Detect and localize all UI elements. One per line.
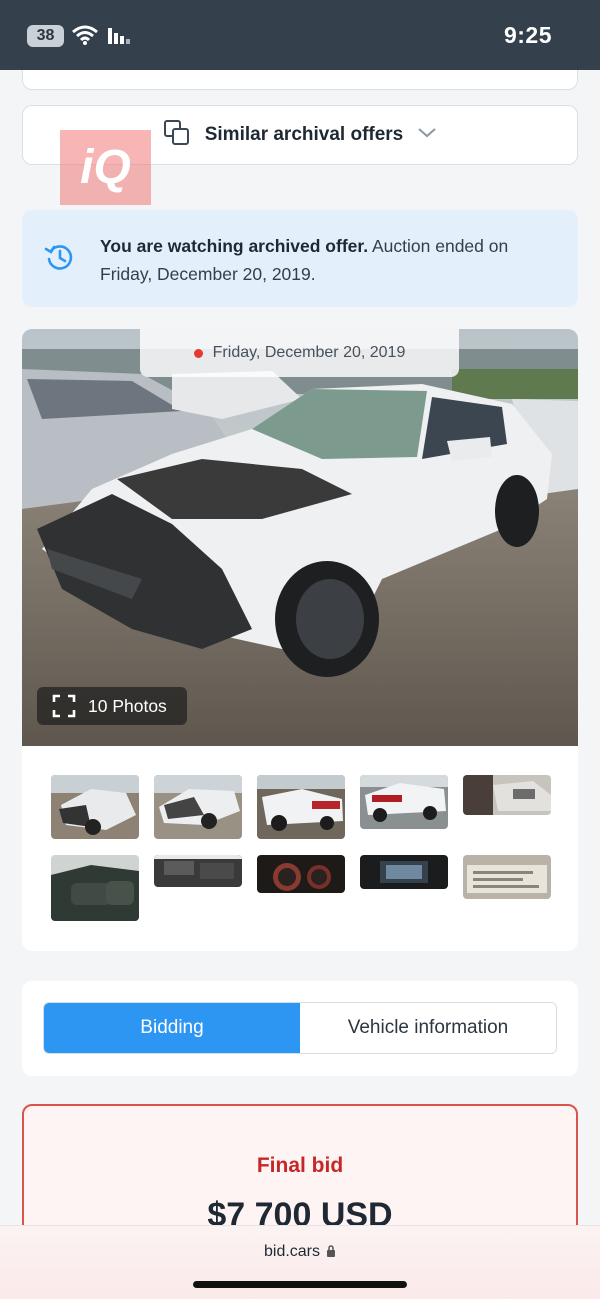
page-content: Similar archival offers iQ You are watch… — [0, 70, 600, 1225]
thumbnail[interactable] — [463, 855, 551, 899]
thumbnail[interactable] — [360, 855, 448, 889]
tab-vehicle-information[interactable]: Vehicle information — [300, 1003, 556, 1053]
wifi-icon — [72, 25, 98, 50]
auction-date-pill: Friday, December 20, 2019 — [140, 329, 459, 377]
notice-bold-text: You are watching archived offer. — [100, 236, 369, 256]
view-photos-button[interactable]: 10 Photos — [37, 687, 187, 725]
collapsed-card — [22, 70, 578, 90]
tab-bidding[interactable]: Bidding — [44, 1003, 300, 1053]
final-bid-label: Final bid — [256, 1154, 344, 1177]
thumbnail[interactable] — [154, 775, 242, 839]
fullscreen-icon — [52, 694, 76, 718]
signal-icon — [108, 28, 130, 49]
status-bar: 38 9:25 — [0, 0, 600, 70]
auction-date: Friday, December 20, 2019 — [212, 344, 406, 361]
thumbnail[interactable] — [360, 775, 448, 829]
home-indicator — [193, 1281, 407, 1288]
browser-address-bar[interactable]: bid.cars — [0, 1225, 600, 1299]
final-bid-value: $7 700 USD — [207, 1196, 393, 1225]
copy-icon — [163, 119, 191, 152]
photo-gallery: Friday, December 20, 2019 10 Photos — [22, 329, 578, 951]
photos-count-label: 10 Photos — [88, 695, 167, 716]
thumbnail[interactable] — [154, 855, 242, 887]
archived-notice: You are watching archived offer. Auction… — [22, 210, 578, 307]
lock-icon — [326, 1244, 336, 1262]
thumbnail[interactable] — [257, 855, 345, 893]
live-dot-icon — [193, 348, 203, 358]
thumbnail[interactable] — [463, 775, 551, 815]
main-photo[interactable]: Friday, December 20, 2019 10 Photos — [22, 329, 578, 746]
url-text: bid.cars — [263, 1243, 321, 1260]
clock: 9:25 — [503, 22, 552, 48]
similar-offers-label: Similar archival offers — [204, 124, 404, 145]
tab-bar: Bidding Vehicle information — [43, 1002, 557, 1054]
chevron-down-icon — [417, 126, 437, 144]
final-bid-card: Final bid $7 700 USD — [22, 1104, 578, 1225]
thumbnail[interactable] — [51, 855, 139, 921]
history-icon — [44, 241, 76, 278]
url-display[interactable]: bid.cars — [0, 1243, 600, 1262]
battery-indicator: 38 — [27, 25, 64, 47]
thumbnail[interactable] — [51, 775, 139, 839]
notice-text: You are watching archived offer. Auction… — [100, 232, 558, 288]
tabs-card: Bidding Vehicle information — [22, 981, 578, 1076]
thumbnail[interactable] — [257, 775, 345, 839]
iq-watermark-logo: iQ — [60, 130, 151, 205]
